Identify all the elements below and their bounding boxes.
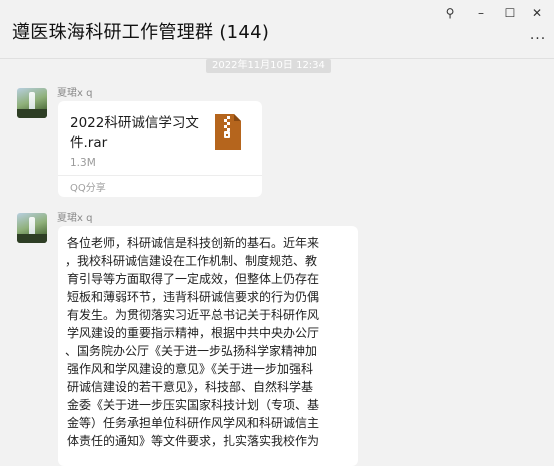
- message-line: 学风建设的重要指示精神，根据中共中央办公厅: [67, 326, 320, 340]
- message-timestamp: 2022年11月10日 12:34: [206, 59, 331, 73]
- chat-header: 遵医珠海科研工作管理群 (144) ⚲ – ☐ ✕ ...: [0, 0, 554, 59]
- rar-archive-icon: [215, 114, 241, 150]
- message-line: 有发生。为贯彻落实习近平总书记关于科研作风: [67, 308, 320, 322]
- sender-avatar[interactable]: [17, 88, 47, 118]
- group-title: 遵医珠海科研工作管理群 (144): [12, 22, 270, 43]
- rock-graphic: [17, 109, 47, 118]
- more-options-icon[interactable]: ...: [526, 28, 550, 46]
- message-line: 各位老师，科研诚信是科技创新的基石。近年来: [67, 236, 320, 250]
- message-line: 金委《关于进一步压实国家科技计划（专项、基: [67, 398, 320, 412]
- message-line: 研诚信建设的若干意见》，科技部、自然科学基: [67, 380, 314, 394]
- maximize-icon[interactable]: ☐: [499, 4, 521, 22]
- file-size: 1.3M: [70, 157, 96, 169]
- file-name-line: 2022科研诚信学习文: [70, 115, 199, 131]
- sender-name: 夏珺x q: [57, 88, 93, 99]
- sender-avatar[interactable]: [17, 213, 47, 243]
- message-line: 、国务院办公厅《关于进一步弘扬科学家精神加: [65, 344, 318, 358]
- message-line: 育引导等方面取得了一定成效，但整体上仍存在: [67, 272, 320, 286]
- message-line: 体责任的通知》等文件要求，扎实落实我校作为: [67, 434, 320, 448]
- file-message-card[interactable]: 2022科研诚信学习文 件.rar 1.3M QQ分享: [58, 101, 262, 197]
- file-name: 2022科研诚信学习文 件.rar: [70, 113, 208, 153]
- message-line: 强作风和学风建设的意见》《关于进一步加强科: [67, 362, 314, 376]
- file-source-label: QQ分享: [70, 183, 106, 194]
- divider: [58, 175, 262, 176]
- text-message-bubble[interactable]: 各位老师，科研诚信是科技创新的基石。近年来 ，我校科研诚信建设在工作机制、制度规…: [58, 226, 358, 466]
- message-line: ，我校科研诚信建设在工作机制、制度规范、教: [65, 254, 318, 268]
- file-name-line: 件.rar: [70, 135, 108, 151]
- close-icon[interactable]: ✕: [526, 4, 548, 22]
- sender-name: 夏珺x q: [57, 213, 93, 224]
- rock-graphic: [17, 234, 47, 243]
- pin-icon[interactable]: ⚲: [439, 4, 461, 22]
- message-line: 短板和薄弱环节，违背科研诚信要求的行为仍偶: [67, 290, 320, 304]
- minimize-icon[interactable]: –: [470, 4, 492, 22]
- message-line: 金等）任务承担单位科研作风学风和科研诚信主: [67, 416, 320, 430]
